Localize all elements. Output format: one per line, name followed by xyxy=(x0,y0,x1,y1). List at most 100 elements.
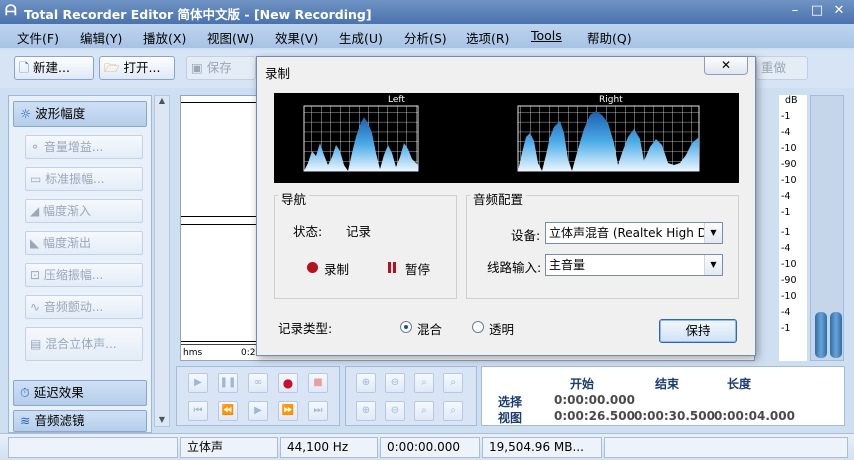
category-filter[interactable]: ≋ 音频滤镜 xyxy=(13,410,147,432)
fade-out-button[interactable]: ◣ 幅度渐出 xyxy=(25,231,143,255)
scroll-down-icon[interactable]: ▼ xyxy=(155,415,169,424)
rec-type-transparent-radio[interactable]: 透明 xyxy=(472,319,524,337)
menu-file[interactable]: 文件(F) xyxy=(17,28,59,47)
go-start-icon[interactable]: ⏮ xyxy=(188,401,208,421)
db-unit: dB xyxy=(785,95,798,106)
category-filter-label: 音频滤镜 xyxy=(34,413,85,428)
category-delay[interactable]: ⏱ 延迟效果 xyxy=(13,380,147,406)
record-button[interactable]: 录制 xyxy=(307,259,387,277)
zoom-reset-icon[interactable]: ⌕ xyxy=(443,401,463,421)
zoom-selection-icon[interactable]: ⌕ xyxy=(414,373,434,393)
rewind-icon[interactable]: ⏪ xyxy=(218,401,238,421)
zoom-controls: ⊕ ⊖ ⌕ ⌕ ⊕ ⊖ ⌕ ⌕ xyxy=(345,366,477,426)
dialog-close-button[interactable]: ✕ xyxy=(704,57,748,75)
chevron-down-icon: ▼ xyxy=(704,223,722,243)
menu-generate[interactable]: 生成(U) xyxy=(339,28,383,47)
radio-unselected-icon xyxy=(472,321,484,333)
go-end-icon[interactable]: ⏭ xyxy=(308,401,328,421)
zoom-in-horizontal-icon[interactable]: ⊕ xyxy=(356,373,376,393)
loop-icon[interactable]: ∞ xyxy=(248,373,268,393)
rec-type-mix-label: 混合 xyxy=(417,322,443,337)
menu-help[interactable]: 帮助(Q) xyxy=(587,28,632,47)
close-window-button[interactable]: ✕ xyxy=(830,3,848,20)
redo-button[interactable]: 重做 xyxy=(756,56,808,80)
menu-effects[interactable]: 效果(V) xyxy=(275,28,318,47)
menu-bar: 文件(F) 编辑(Y) 播放(X) 视图(W) 效果(V) 生成(U) 分析(S… xyxy=(0,24,854,48)
menu-edit[interactable]: 编辑(Y) xyxy=(80,28,122,47)
mix-stereo-button[interactable]: ▤ 混合立体声... xyxy=(25,327,143,361)
category-amplitude[interactable]: ☼ 波形幅度 xyxy=(13,101,147,127)
app-logo-icon: ᗩ xyxy=(5,3,17,19)
rec-type-mix-radio[interactable]: 混合 xyxy=(400,319,452,337)
fast-forward-icon[interactable]: ⏩ xyxy=(278,401,298,421)
category-amplitude-label: 波形幅度 xyxy=(35,106,86,121)
status-position: 0:00:00.000 xyxy=(380,437,480,458)
zoom-out-horizontal-icon[interactable]: ⊖ xyxy=(385,373,405,393)
status-value: 记录 xyxy=(346,224,372,239)
selection-start: 0:00:00.000 xyxy=(554,393,635,407)
compress-button[interactable]: ⊡ 压缩振幅... xyxy=(25,263,143,287)
sun-icon: ☼ xyxy=(20,106,32,121)
folder-icon: 🗁 xyxy=(104,60,120,75)
pause-button[interactable]: 暂停 xyxy=(388,259,448,277)
chevron-down-icon: ▼ xyxy=(704,255,722,275)
menu-tools[interactable]: Tools xyxy=(531,28,562,43)
db-label: -1 xyxy=(781,111,791,122)
effects-panel-scrollbar[interactable]: ▲ ▼ xyxy=(154,95,170,427)
pause-bar-icon xyxy=(393,262,396,273)
open-button-label: 打开... xyxy=(123,60,161,75)
status-blank xyxy=(8,437,178,458)
scroll-up-icon[interactable]: ▲ xyxy=(155,96,169,105)
transport-controls: ▶ ❚❚ ∞ ● ■ ⏮ ⏪ ▶ ⏩ ⏭ xyxy=(176,366,340,426)
audio-config-group-title: 音频配置 xyxy=(470,189,527,208)
vibrato-button[interactable]: ∿ 音频颤动... xyxy=(25,295,143,319)
zoom-out-vertical-icon[interactable]: ⊖ xyxy=(385,401,405,421)
new-button[interactable]: 🗋 新建... xyxy=(14,56,94,80)
maximize-button[interactable]: □ xyxy=(808,3,826,20)
play-selection-icon[interactable]: ▶ xyxy=(248,401,268,421)
filter-icon: ≋ xyxy=(20,413,31,428)
db-label: -90 xyxy=(781,159,797,170)
zoom-full-icon[interactable]: ⌕ xyxy=(443,373,463,393)
pause-icon[interactable]: ❚❚ xyxy=(218,373,238,393)
fade-in-label: 幅度渐入 xyxy=(43,204,92,218)
db-label: -4 xyxy=(781,307,791,318)
zoom-fit-icon[interactable]: ⌕ xyxy=(414,401,434,421)
db-ruler: dB -1 -4 -10 -90 -10 -4 -1 -1 -4 -10 -90… xyxy=(779,95,807,361)
minimize-button[interactable]: – xyxy=(786,3,804,20)
left-level-bar xyxy=(815,312,827,358)
db-label: -1 xyxy=(781,323,791,334)
menu-analyze[interactable]: 分析(S) xyxy=(404,28,447,47)
row-label-selection: 选择 xyxy=(498,395,523,409)
volume-gain-label: 音量增益... xyxy=(43,140,104,154)
menu-options[interactable]: 选项(R) xyxy=(466,28,509,47)
dialog-title: 录制 xyxy=(265,66,291,81)
disk-icon: ▣ xyxy=(191,60,203,75)
window-title: Total Recorder Editor 简体中文版 - [New Recor… xyxy=(24,7,372,22)
db-label: -10 xyxy=(781,175,797,186)
stop-icon[interactable]: ■ xyxy=(308,373,328,393)
spectrum-meter: Left Right xyxy=(274,93,739,183)
volume-gain-button[interactable]: ⚬ 音量增益... xyxy=(25,135,143,159)
menu-play[interactable]: 播放(X) xyxy=(143,28,186,47)
row-label-view: 视图 xyxy=(498,411,523,425)
record-icon[interactable]: ● xyxy=(278,373,298,393)
new-file-icon: 🗋 xyxy=(19,60,30,75)
hold-button[interactable]: 保持 xyxy=(659,319,737,343)
menu-view[interactable]: 视图(W) xyxy=(207,28,254,47)
open-button[interactable]: 🗁 打开... xyxy=(99,56,175,80)
db-label: -4 xyxy=(781,243,791,254)
view-start: 0:00:26.500 xyxy=(554,409,635,423)
zoom-in-vertical-icon[interactable]: ⊕ xyxy=(356,401,376,421)
device-select[interactable]: 立体声混音 (Realtek High Defir ▼ xyxy=(545,222,723,244)
db-label: -10 xyxy=(781,291,797,302)
line-input-select[interactable]: 主音量 ▼ xyxy=(545,254,723,276)
fade-in-button[interactable]: ◢ 幅度渐入 xyxy=(25,199,143,223)
save-button[interactable]: ▣ 保存 xyxy=(186,56,256,80)
record-label: 录制 xyxy=(324,262,350,277)
rec-type-label: 记录类型: xyxy=(278,321,333,336)
level-meters xyxy=(810,95,844,361)
normalize-button[interactable]: ▭ 标准振幅... xyxy=(25,167,143,191)
play-icon[interactable]: ▶ xyxy=(188,373,208,393)
radio-selected-icon xyxy=(400,321,412,333)
